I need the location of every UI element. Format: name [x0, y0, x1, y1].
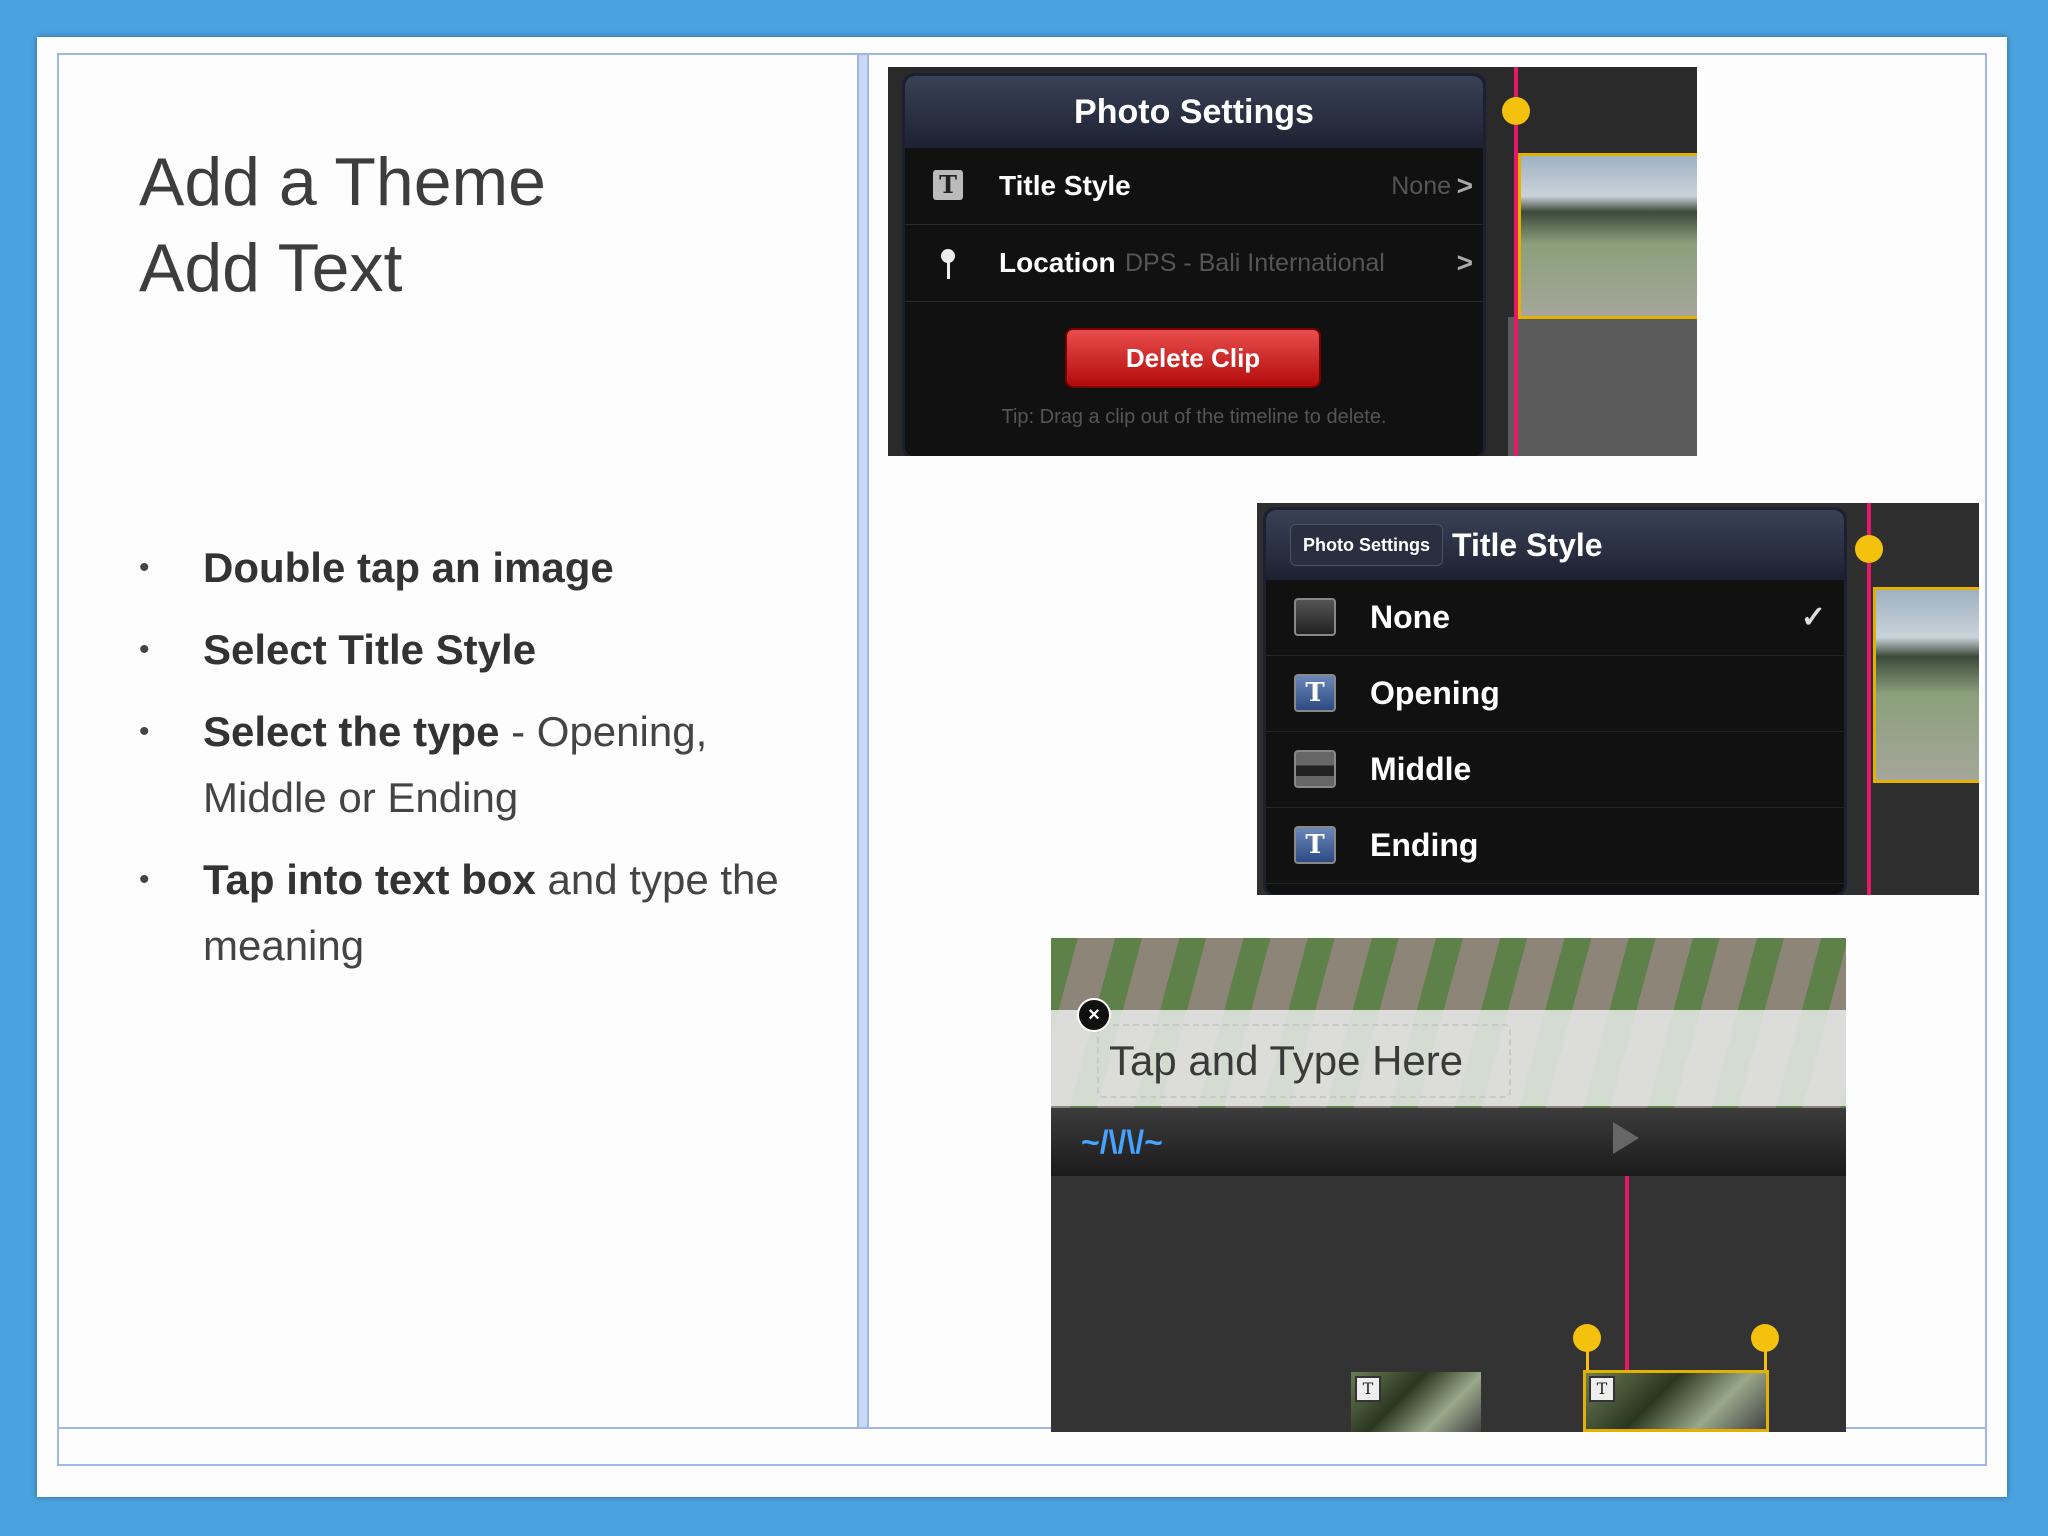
option-middle[interactable]: Middle: [1266, 732, 1844, 808]
column-divider: [857, 55, 869, 1427]
swatch-opening-icon: T: [1294, 674, 1336, 712]
bullet-list: • Double tap an image • Select Title Style…: [139, 535, 819, 995]
chevron-right-icon: >: [1456, 170, 1473, 201]
location-value: DPS - Bali International: [1125, 249, 1385, 277]
clip-thumbnail[interactable]: [1873, 587, 1979, 783]
bullet-bold: Select the type: [203, 708, 500, 755]
playhead-knob[interactable]: [1855, 535, 1883, 563]
title-style-icon: T: [933, 170, 963, 200]
title-style-value: None: [1391, 172, 1451, 200]
bullet-dot: •: [139, 551, 150, 584]
clip-thumbnail[interactable]: [1518, 153, 1697, 319]
trim-handle-left[interactable]: [1573, 1324, 1601, 1352]
bullet-dot: •: [139, 633, 150, 666]
popover-title: Title Style: [1452, 527, 1603, 563]
title-line-1: Add a Theme: [139, 144, 547, 220]
text-entry-screenshot: Tap and Type Here × ~/\/\/~ T T: [1051, 938, 1846, 1432]
back-button[interactable]: Photo Settings: [1290, 524, 1443, 566]
location-label: Location: [999, 247, 1116, 278]
title-style-popover: Photo Settings Title Style None ✓ T Open…: [1263, 507, 1847, 895]
delete-tip: Tip: Drag a clip out of the timeline to …: [1001, 406, 1387, 428]
swatch-none-icon: [1294, 598, 1336, 636]
delete-clip-button[interactable]: Delete Clip: [1065, 328, 1321, 388]
playback-bar: ~/\/\/~: [1051, 1108, 1846, 1176]
title-badge-icon: T: [1589, 1376, 1615, 1402]
audio-waveform-icon[interactable]: ~/\/\/~: [1081, 1124, 1163, 1161]
popover-header: Photo Settings: [905, 76, 1483, 148]
title-line-2: Add Text: [139, 230, 403, 306]
title-badge-icon: T: [1355, 1376, 1381, 1402]
title-style-screenshot: Photo Settings Title Style None ✓ T Open…: [1257, 503, 1979, 895]
option-label: Ending: [1370, 827, 1479, 863]
photo-settings-screenshot: Photo Settings T Title Style None > Loca…: [888, 67, 1697, 456]
title-placeholder: Tap and Type Here: [1109, 1037, 1464, 1084]
location-row[interactable]: Location DPS - Bali International >: [905, 225, 1483, 302]
timeline-background: [1508, 317, 1697, 456]
bullet-bold: Tap into text box: [203, 856, 536, 903]
bullet-item: • Tap into text box and type the meaning: [139, 847, 819, 979]
playhead[interactable]: [1514, 67, 1518, 456]
play-icon[interactable]: [1613, 1122, 1639, 1154]
title-style-row[interactable]: T Title Style None >: [905, 148, 1483, 225]
bullet-dot: •: [139, 715, 150, 748]
option-label: Middle: [1370, 751, 1472, 787]
option-label: Opening: [1370, 675, 1500, 711]
popover-header: Photo Settings Title Style: [1266, 510, 1844, 580]
bullet-item: • Select the type - Opening, Middle or En…: [139, 699, 819, 831]
bullet-item: • Double tap an image: [139, 535, 819, 601]
checkmark-icon: ✓: [1800, 601, 1826, 634]
option-ending[interactable]: T Ending: [1266, 808, 1844, 884]
swatch-middle-icon: [1294, 750, 1336, 788]
option-opening[interactable]: T Opening: [1266, 656, 1844, 732]
trim-handle-right[interactable]: [1751, 1324, 1779, 1352]
swatch-ending-icon: T: [1294, 826, 1336, 864]
bullet-bold: Select Title Style: [203, 626, 537, 673]
photo-settings-popover: Photo Settings T Title Style None > Loca…: [902, 73, 1486, 456]
title-text-field[interactable]: Tap and Type Here: [1097, 1024, 1511, 1098]
chevron-right-icon: >: [1456, 247, 1473, 278]
playhead-knob[interactable]: [1502, 97, 1530, 125]
bullet-item: • Select Title Style: [139, 617, 819, 683]
option-none[interactable]: None ✓: [1266, 580, 1844, 656]
title-style-label: Title Style: [999, 170, 1131, 201]
bullet-bold: Double tap an image: [203, 544, 614, 591]
option-label: None: [1370, 599, 1450, 635]
close-icon[interactable]: ×: [1077, 998, 1111, 1032]
slide-title: Add a Theme Add Text: [139, 139, 546, 311]
bullet-dot: •: [139, 863, 150, 896]
location-pin-stem: [947, 261, 950, 279]
